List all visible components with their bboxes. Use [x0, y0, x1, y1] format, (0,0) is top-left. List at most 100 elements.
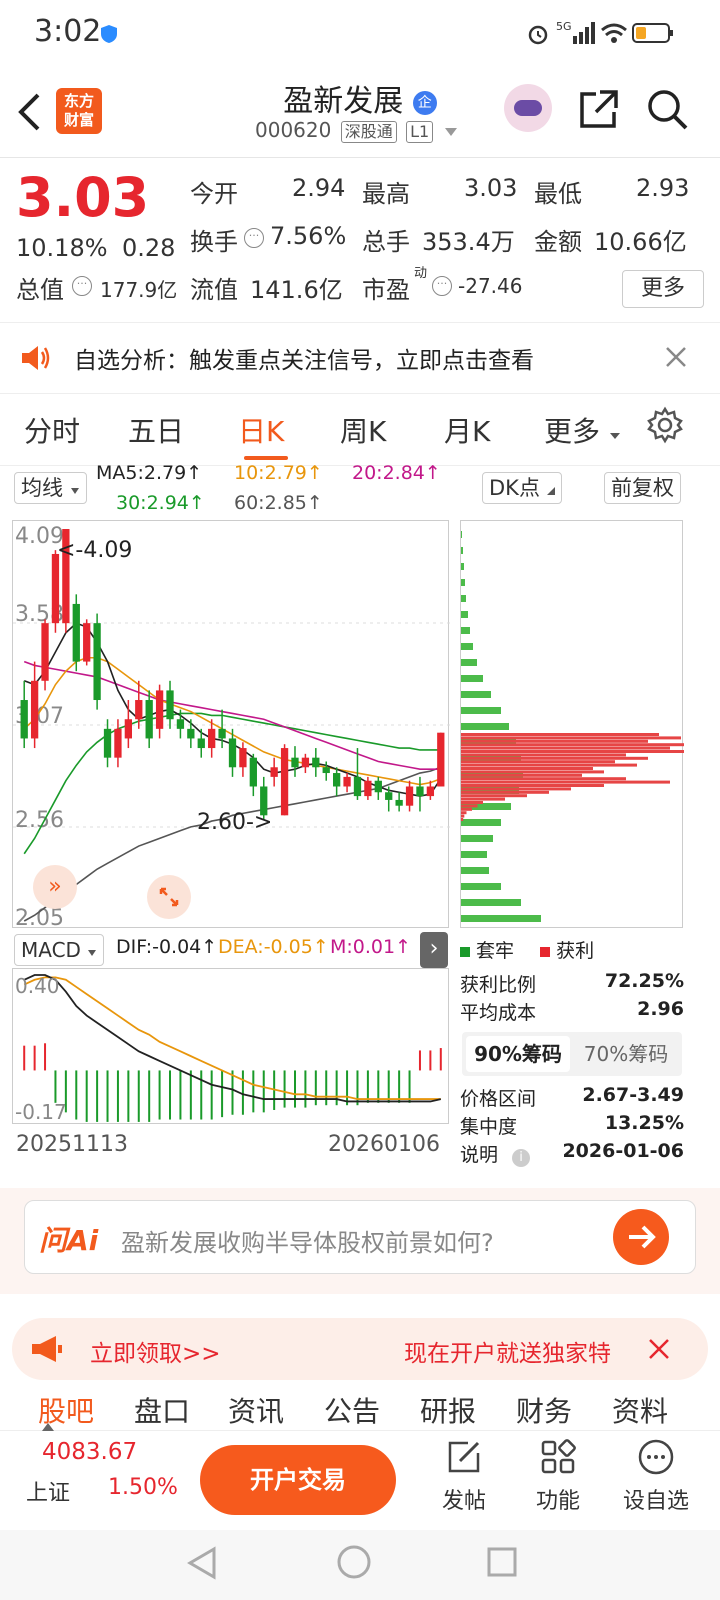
candle-body: [176, 719, 185, 729]
chip-bar-profit: [461, 804, 478, 808]
nav-back-icon[interactable]: [186, 1546, 218, 1580]
candle-body: [41, 623, 49, 681]
next-indicator-button[interactable]: ›: [420, 932, 448, 968]
dea-text: DEA:-0.05: [218, 936, 313, 958]
ask-submit-button[interactable]: [613, 1209, 669, 1265]
battery-icon: [632, 23, 673, 43]
tab-financials[interactable]: 财务: [516, 1390, 572, 1430]
macd-chart[interactable]: 0.40 -0.17: [12, 968, 449, 1124]
chip-bar-profit: [461, 787, 571, 791]
dk-point-selector[interactable]: DK点: [482, 472, 562, 504]
tab-chip-70[interactable]: 70%筹码: [574, 1036, 678, 1072]
fullscreen-button[interactable]: [147, 875, 191, 919]
tab-profile[interactable]: 资料: [612, 1390, 668, 1430]
index-pct[interactable]: 1.50%: [108, 1475, 178, 1500]
more-quote-button[interactable]: 更多: [622, 270, 704, 308]
close-icon[interactable]: [664, 345, 688, 369]
promo-claim[interactable]: 立即领取>>: [90, 1334, 221, 1368]
chip-label: 价格区间: [460, 1088, 537, 1110]
analysis-notice[interactable]: 自选分析：触发重点关注信号，立即点击查看: [0, 322, 720, 394]
tab-more[interactable]: 更多: [544, 410, 621, 450]
promo-banner[interactable]: 立即领取>> 现在开户就送独家特: [12, 1318, 708, 1380]
chip-bar-profit: [461, 733, 659, 736]
chip-value: 2.96: [637, 998, 684, 1020]
candle-body: [187, 728, 195, 739]
tab-orderbook[interactable]: 盘口: [134, 1390, 190, 1430]
chip-legend: 套牢 获利: [460, 936, 594, 963]
ask-ai-section: 问Ai 盈新发展收购半导体股权前景如何?: [0, 1188, 720, 1294]
info-dots-icon[interactable]: ···: [432, 276, 452, 296]
search-icon[interactable]: [646, 88, 690, 132]
ma-selector[interactable]: 均线: [14, 472, 87, 504]
info-icon[interactable]: i: [512, 1149, 531, 1167]
macd-dif: DIF:-0.04↑: [116, 936, 218, 958]
open-account-trade-button[interactable]: 开户交易: [200, 1445, 396, 1515]
nav-recents-icon[interactable]: [486, 1546, 518, 1578]
assistant-avatar[interactable]: [504, 84, 552, 132]
post-button[interactable]: 发帖: [424, 1437, 504, 1515]
kline-chart[interactable]: 4.09 3.58 3.07 2.56 2.05 <-4.09 2.60-> »: [12, 520, 450, 929]
chip-bar-trapped: [461, 723, 509, 730]
tab-chip-90[interactable]: 90%筹码: [466, 1036, 570, 1072]
system-nav-bar: [0, 1530, 720, 1600]
chip-bar-trapped: [461, 563, 464, 570]
tab-weekly-k[interactable]: 周K: [340, 410, 386, 450]
info-dots-icon[interactable]: ···: [72, 276, 92, 296]
candle-body: [426, 786, 435, 797]
chip-bar-profit: [461, 814, 465, 818]
tab-five-day[interactable]: 五日: [128, 410, 184, 450]
close-icon[interactable]: [648, 1338, 670, 1360]
chip-label: 平均成本: [460, 1002, 537, 1024]
chip-bar-profit: [461, 753, 626, 757]
open-value: 2.94: [292, 174, 346, 202]
float-label: 流值: [190, 276, 238, 304]
chip-svg: [461, 531, 684, 922]
macd-tick-label: -0.17: [15, 1100, 67, 1124]
macd-selector[interactable]: MACD: [14, 934, 105, 966]
ma60-value: 60:2.85↑: [234, 492, 323, 514]
chip-bar-trapped: [461, 819, 501, 826]
index-name[interactable]: 上证: [26, 1475, 70, 1507]
amount-value: 10.66亿: [594, 228, 687, 256]
grid-apps-icon: [541, 1439, 576, 1474]
date-end: 20260106: [328, 1132, 440, 1157]
notice-text: 自选分析：触发重点关注信号，立即点击查看: [74, 348, 534, 374]
tab-announcements[interactable]: 公告: [324, 1390, 380, 1430]
signal-icon: [573, 22, 595, 44]
tab-monthly-k[interactable]: 月K: [444, 410, 490, 450]
chip-bar-profit: [461, 797, 505, 801]
chip-bar-trapped: [461, 611, 468, 618]
ask-ai-input[interactable]: 问Ai 盈新发展收购半导体股权前景如何?: [24, 1200, 696, 1274]
tab-research[interactable]: 研报: [420, 1390, 476, 1430]
adjust-selector[interactable]: 前复权: [604, 472, 681, 504]
ma30-text: 30:2.94: [116, 492, 189, 514]
corner-triangle-icon: [546, 487, 555, 495]
chip-bar-trapped: [461, 579, 465, 586]
tab-intraday[interactable]: 分时: [24, 410, 80, 450]
tab-daily-k[interactable]: 日K: [238, 410, 284, 450]
settings-gear-icon[interactable]: [646, 406, 684, 444]
expand-left-button[interactable]: »: [33, 865, 77, 909]
chip-bar-trapped: [461, 899, 521, 906]
candle-body: [83, 623, 91, 662]
nav-home-icon[interactable]: [336, 1544, 372, 1580]
add-watchlist-button[interactable]: 设自选: [616, 1437, 696, 1515]
ask-ai-brand: 问Ai: [39, 1224, 99, 1257]
chip-row-note: 说明 i 2026-01-06: [460, 1140, 684, 1167]
tab-news[interactable]: 资讯: [228, 1390, 284, 1430]
function-button[interactable]: 功能: [518, 1437, 598, 1515]
index-value[interactable]: 4083.67: [42, 1439, 137, 1465]
stock-code-row[interactable]: 000620 深股通 L1: [255, 118, 458, 143]
chip-bar-trapped: [461, 547, 463, 554]
trapped-legend-dot: [460, 947, 470, 957]
high-value: 3.03: [464, 174, 518, 202]
stock-header: 东方 财富 盈新发展 企 000620 深股通 L1: [0, 66, 720, 158]
dk-label: DK点: [489, 476, 540, 500]
chip-distribution-chart[interactable]: [460, 520, 684, 928]
candle-body: [270, 767, 278, 777]
chip-bar-profit: [461, 743, 684, 747]
candle-body: [312, 757, 320, 768]
change-amount: 0.28: [122, 234, 176, 262]
share-icon[interactable]: [578, 88, 620, 130]
info-dots-icon[interactable]: ···: [244, 228, 264, 248]
